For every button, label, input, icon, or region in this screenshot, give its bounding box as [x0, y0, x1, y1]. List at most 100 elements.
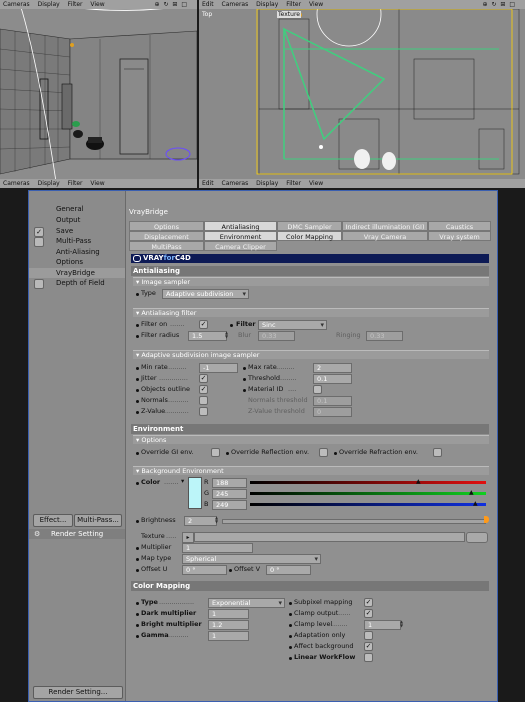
menu-view[interactable]: View — [309, 180, 323, 187]
g-field[interactable]: 245 — [212, 489, 247, 499]
objects-outline-keyframe-dot[interactable] — [136, 389, 139, 392]
menu-display[interactable]: Display — [38, 1, 60, 8]
type-keyframe-dot[interactable] — [136, 293, 139, 296]
threshold-keyframe-dot[interactable] — [243, 378, 246, 381]
filter-radius-keyframe-dot[interactable] — [136, 335, 139, 338]
zvalue-threshold-field[interactable]: 0 — [313, 407, 352, 417]
min-rate-field[interactable]: -1 — [199, 363, 238, 373]
blur-field[interactable]: 0.33 — [258, 331, 295, 341]
offset-u-keyframe-dot[interactable] — [136, 569, 139, 572]
right-viewport[interactable]: Edit Cameras Display Filter View ⊕ ↻ ⊞ □… — [199, 0, 525, 188]
tab-vray-camera[interactable]: Vray Camera — [342, 231, 428, 241]
menu-edit[interactable]: Edit — [202, 180, 214, 187]
sidebar-item-general[interactable]: General — [29, 204, 125, 214]
dark-multiplier-keyframe-dot[interactable] — [136, 613, 139, 616]
clamp-output-keyframe-dot[interactable] — [289, 613, 292, 616]
texture-browse-button[interactable] — [466, 532, 488, 543]
zvalue-checkbox[interactable] — [199, 407, 208, 416]
multipass-button[interactable]: Multi-Pass... — [74, 514, 122, 527]
gamma-field[interactable]: 1 — [208, 631, 249, 641]
clamp-level-field[interactable]: 1 — [364, 620, 401, 630]
filter-dropdown[interactable]: Sinc — [258, 320, 327, 330]
menu-view[interactable]: View — [90, 1, 104, 8]
tab-multipass[interactable]: MultiPass — [129, 241, 204, 251]
adaptation-keyframe-dot[interactable] — [289, 635, 292, 638]
brightness-keyframe-dot[interactable] — [136, 520, 139, 523]
subpixel-checkbox[interactable]: ✓ — [364, 598, 373, 607]
gamma-keyframe-dot[interactable] — [136, 635, 139, 638]
sidebar-item-options[interactable]: Options — [29, 257, 125, 267]
depth-of-field-checkbox[interactable] — [34, 279, 44, 289]
affect-background-checkbox[interactable]: ✓ — [364, 642, 373, 651]
render-setting-item[interactable]: ⚙ Render Setting — [29, 529, 125, 539]
r-slider[interactable] — [250, 481, 486, 484]
color-keyframe-dot[interactable] — [136, 482, 139, 485]
zvalue-keyframe-dot[interactable] — [136, 411, 139, 414]
tab-color-mapping[interactable]: Color Mapping — [277, 231, 342, 241]
environment-options-header[interactable]: ▾ Options — [133, 435, 489, 444]
filter-radius-field[interactable]: 1.5 — [188, 331, 227, 341]
filter-radius-stepper[interactable]: ▲ ▼ — [225, 331, 228, 339]
b-field[interactable]: 249 — [212, 500, 247, 510]
image-sampler-header[interactable]: ▾ Image sampler — [133, 277, 489, 286]
material-id-keyframe-dot[interactable] — [243, 389, 246, 392]
color-swatch[interactable] — [188, 477, 202, 509]
sidebar-item-multipass[interactable]: Multi-Pass — [29, 236, 125, 247]
filter-on-checkbox[interactable]: ✓ — [199, 320, 208, 329]
override-reflection-keyframe-dot[interactable] — [226, 452, 229, 455]
tab-displacement[interactable]: Displacement — [129, 231, 204, 241]
override-refraction-checkbox[interactable] — [433, 448, 442, 457]
override-refraction-keyframe-dot[interactable] — [334, 452, 337, 455]
tab-environment[interactable]: Environment — [204, 231, 277, 241]
cm-type-dropdown[interactable]: Exponential — [208, 598, 285, 608]
r-field[interactable]: 188 — [212, 478, 247, 488]
image-sampler-type-dropdown[interactable]: Adaptive subdivision — [162, 289, 249, 299]
menu-cameras[interactable]: Cameras — [222, 1, 249, 8]
sidebar-item-vraybridge[interactable]: VrayBridge — [29, 268, 125, 278]
min-rate-keyframe-dot[interactable] — [136, 367, 139, 370]
filter-keyframe-dot[interactable] — [230, 324, 233, 327]
menu-view[interactable]: View — [90, 180, 104, 187]
ringing-field[interactable]: 0.33 — [366, 331, 403, 341]
normals-keyframe-dot[interactable] — [136, 400, 139, 403]
brightness-slider-handle[interactable] — [484, 516, 489, 523]
viewport-nav-icons[interactable]: ⊕ ↻ ⊞ □ — [483, 0, 516, 9]
threshold-field[interactable]: 0.1 — [313, 374, 352, 384]
left-viewport[interactable]: Cameras Display Filter View ⊕ ↻ ⊞ □ Came… — [0, 0, 197, 188]
offset-v-keyframe-dot[interactable] — [229, 569, 232, 572]
menu-filter[interactable]: Filter — [286, 1, 301, 8]
menu-view[interactable]: View — [309, 1, 323, 8]
render-setting-button[interactable]: Render Setting... — [33, 686, 123, 699]
g-slider[interactable] — [250, 492, 486, 495]
multiplier-keyframe-dot[interactable] — [136, 547, 139, 550]
bright-multiplier-field[interactable]: 1.2 — [208, 620, 249, 630]
color-expand-icon[interactable]: ▾ — [181, 477, 184, 486]
offset-v-field[interactable]: 0 ° — [266, 565, 311, 575]
brightness-slider[interactable] — [222, 519, 486, 524]
subpixel-keyframe-dot[interactable] — [289, 602, 292, 605]
bright-multiplier-keyframe-dot[interactable] — [136, 624, 139, 627]
tab-camera-clipper[interactable]: Camera Clipper — [204, 241, 277, 251]
max-rate-keyframe-dot[interactable] — [243, 367, 246, 370]
dark-multiplier-field[interactable]: 1 — [208, 609, 249, 619]
clamp-output-checkbox[interactable]: ✓ — [364, 609, 373, 618]
jitter-checkbox[interactable]: ✓ — [199, 374, 208, 383]
linear-workflow-checkbox[interactable] — [364, 653, 373, 662]
adaptation-only-checkbox[interactable] — [364, 631, 373, 640]
adaptive-subdivision-header[interactable]: ▾ Adaptive subdivision image sampler — [133, 350, 489, 359]
antialiasing-filter-header[interactable]: ▾ Antialiasing filter — [133, 308, 489, 317]
override-reflection-checkbox[interactable] — [319, 448, 328, 457]
clamp-level-stepper[interactable]: ▲ ▼ — [400, 620, 403, 628]
r-slider-handle[interactable]: ▲ — [416, 478, 421, 485]
menu-cameras[interactable]: Cameras — [222, 180, 249, 187]
sidebar-item-depth-of-field[interactable]: Depth of Field — [29, 278, 125, 289]
effect-button[interactable]: Effect... — [33, 514, 73, 527]
map-type-keyframe-dot[interactable] — [136, 558, 139, 561]
menu-filter[interactable]: Filter — [68, 1, 83, 8]
tab-dmc-sampler[interactable]: DMC Sampler — [277, 221, 342, 231]
sidebar-item-save[interactable]: ✓ Save — [29, 226, 125, 237]
b-slider-handle[interactable]: ▲ — [473, 500, 478, 507]
override-gi-checkbox[interactable] — [211, 448, 220, 457]
brightness-stepper[interactable]: ▲ ▼ — [215, 516, 218, 524]
override-gi-keyframe-dot[interactable] — [136, 452, 139, 455]
